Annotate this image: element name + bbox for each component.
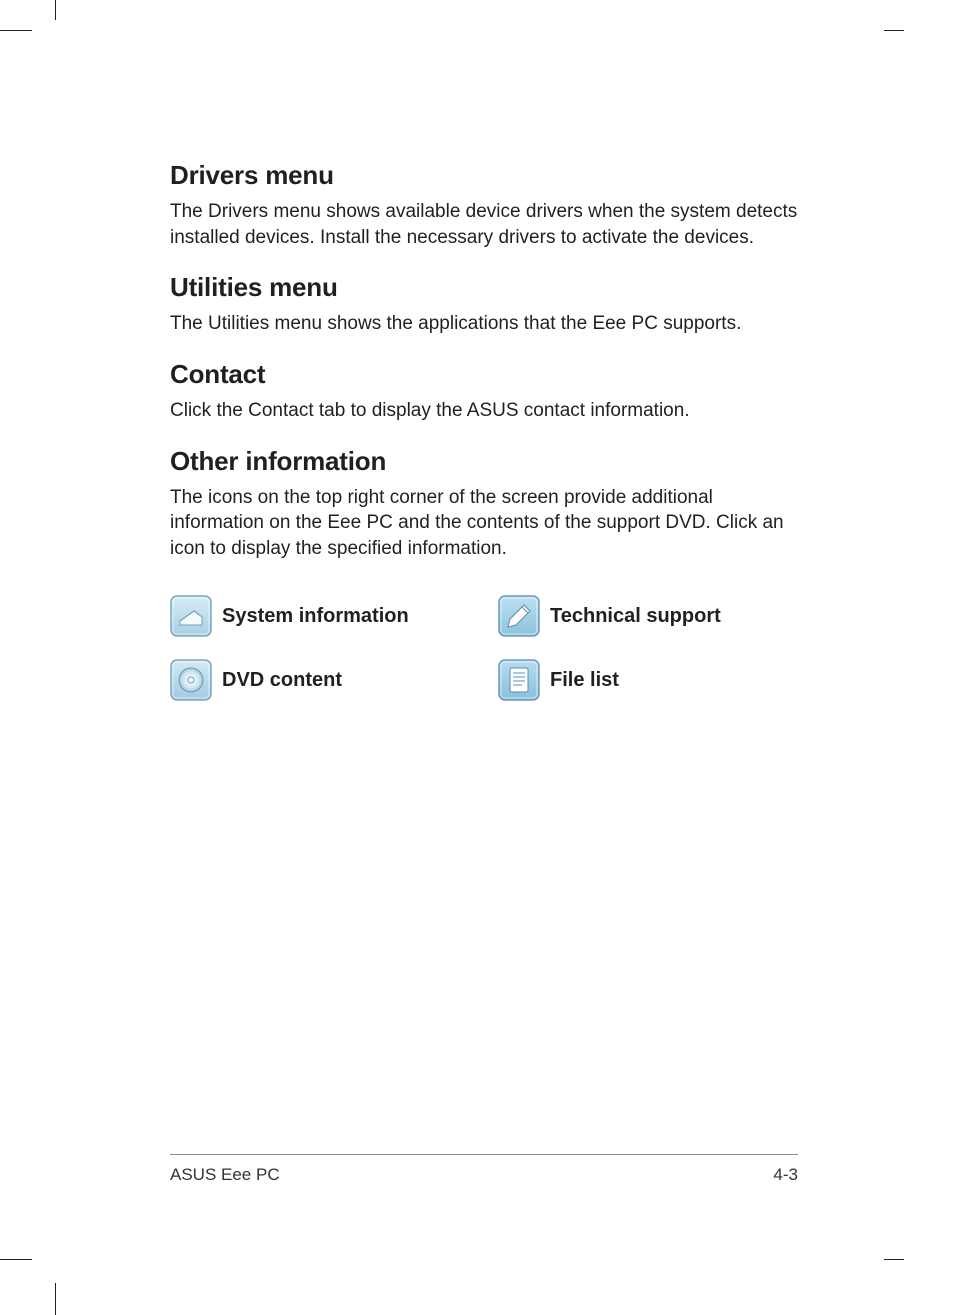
footer-divider (170, 1154, 798, 1155)
icon-label-tech-support: Technical support (550, 605, 721, 628)
crop-mark (0, 30, 32, 31)
heading-other: Other information (170, 446, 798, 477)
icon-item-system-info: System information (170, 595, 450, 637)
crop-mark (0, 1259, 32, 1260)
heading-drivers: Drivers menu (170, 160, 798, 191)
body-utilities: The Utilities menu shows the application… (170, 311, 798, 337)
footer-product: ASUS Eee PC (170, 1165, 280, 1185)
body-drivers: The Drivers menu shows available device … (170, 199, 798, 250)
technical-support-icon (498, 595, 540, 637)
icon-label-dvd-content: DVD content (222, 669, 342, 692)
body-contact: Click the Contact tab to display the ASU… (170, 398, 798, 424)
icon-row-1: System information Technical s (170, 595, 798, 637)
system-information-icon (170, 595, 212, 637)
page-footer: ASUS Eee PC 4-3 (170, 1154, 798, 1185)
icon-item-dvd-content: DVD content (170, 659, 450, 701)
icon-item-tech-support: Technical support (498, 595, 778, 637)
heading-utilities: Utilities menu (170, 272, 798, 303)
crop-mark (55, 0, 56, 20)
icon-label-file-list: File list (550, 669, 619, 692)
footer-page-number: 4-3 (773, 1165, 798, 1185)
file-list-icon (498, 659, 540, 701)
heading-contact: Contact (170, 359, 798, 390)
dvd-content-icon (170, 659, 212, 701)
icon-label-system-info: System information (222, 605, 409, 628)
page-content: Drivers menu The Drivers menu shows avai… (170, 160, 798, 723)
icon-row-2: DVD content (170, 659, 798, 701)
icon-item-file-list: File list (498, 659, 778, 701)
body-other: The icons on the top right corner of the… (170, 485, 798, 562)
crop-mark (884, 30, 904, 31)
crop-mark (55, 1283, 56, 1315)
crop-mark (884, 1259, 904, 1260)
